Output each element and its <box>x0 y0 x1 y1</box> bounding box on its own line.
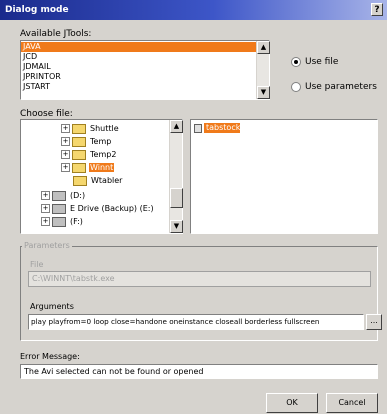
tree-item[interactable]: + (F:) <box>41 216 84 228</box>
file-field-label: File <box>30 260 44 269</box>
tree-item-label: E Drive (Backup) (E:) <box>70 204 154 213</box>
file-path-field[interactable]: C:\WINNT\tabstk.exe <box>28 271 371 287</box>
scroll-down-icon[interactable]: ▼ <box>170 220 183 233</box>
arguments-label: Arguments <box>30 302 74 311</box>
tools-label: Available JTools: <box>20 29 92 39</box>
tree-item[interactable]: + E Drive (Backup) (E:) <box>41 203 155 215</box>
expand-icon[interactable]: + <box>41 204 50 213</box>
drive-icon <box>52 216 66 227</box>
tool-item[interactable]: JPRINTOR <box>21 72 256 82</box>
folder-icon <box>72 162 86 173</box>
tree-item-label: Shuttle <box>90 124 119 133</box>
tree-item-label: Winnt <box>89 163 115 172</box>
cancel-button[interactable]: Cancel <box>326 393 378 413</box>
file-path-value: C:\WINNT\tabstk.exe <box>32 274 115 283</box>
file-name: tabstock <box>204 123 241 133</box>
tree-item[interactable]: + Temp <box>61 136 112 148</box>
file-icon <box>194 124 202 133</box>
file-list[interactable]: tabstock <box>190 119 378 234</box>
tools-list[interactable]: JAVA JCD JDMAIL JPRINTOR JSTART ▲ ▼ <box>20 40 270 100</box>
expand-icon[interactable]: + <box>61 150 70 159</box>
expand-icon[interactable]: + <box>61 124 70 133</box>
expand-icon[interactable]: + <box>41 217 50 226</box>
ok-button[interactable]: OK <box>266 393 318 413</box>
window-title: Dialog mode <box>5 5 69 15</box>
folder-icon <box>72 149 86 160</box>
tree-item[interactable]: + Shuttle <box>61 123 120 135</box>
folder-tree[interactable]: + Shuttle + Temp + Temp2 + Winnt Wtabler + (D:) + E … <box>20 119 183 234</box>
folder-icon <box>72 123 86 134</box>
expand-icon[interactable]: + <box>61 137 70 146</box>
use-file-label[interactable]: Use file <box>305 57 338 67</box>
error-field: The Avi selected can not be found or ope… <box>20 364 378 379</box>
parameters-label: Parameters <box>22 241 72 250</box>
tree-item-label: Temp <box>90 137 112 146</box>
title-bar: Dialog mode <box>0 0 387 20</box>
use-parameters-label[interactable]: Use parameters <box>305 82 377 92</box>
browse-button[interactable]: ... <box>366 314 382 330</box>
tree-item[interactable]: + (D:) <box>41 190 86 202</box>
tree-scrollbar[interactable]: ▲ ▼ <box>169 120 183 233</box>
use-file-radio[interactable] <box>291 57 301 67</box>
tree-item-label: Wtabler <box>91 176 123 185</box>
expand-icon[interactable]: + <box>61 163 70 172</box>
tool-item[interactable]: JAVA <box>21 42 256 52</box>
use-parameters-radio[interactable] <box>291 82 301 92</box>
error-value: The Avi selected can not be found or ope… <box>24 367 204 376</box>
folder-icon <box>73 175 87 186</box>
error-label: Error Message: <box>20 352 80 361</box>
tree-item-label: (D:) <box>70 191 86 200</box>
tool-item[interactable]: JDMAIL <box>21 62 256 72</box>
file-item[interactable]: tabstock <box>194 123 242 134</box>
scroll-thumb[interactable] <box>170 188 183 208</box>
choose-file-label: Choose file: <box>20 109 73 119</box>
scroll-down-icon[interactable]: ▼ <box>257 86 270 99</box>
tree-item-label: Temp2 <box>90 150 117 159</box>
help-button[interactable]: ? <box>371 3 383 16</box>
drive-icon <box>52 203 66 214</box>
folder-icon <box>72 136 86 147</box>
expand-icon[interactable]: + <box>41 191 50 200</box>
tool-item[interactable]: JSTART <box>21 82 256 92</box>
tree-item-label: (F:) <box>70 217 83 226</box>
tree-item[interactable]: Wtabler <box>73 175 123 187</box>
scroll-up-icon[interactable]: ▲ <box>170 120 183 133</box>
tree-item[interactable]: + Winnt <box>61 162 115 174</box>
drive-icon <box>52 190 66 201</box>
tools-scrollbar[interactable]: ▲ ▼ <box>256 41 270 99</box>
arguments-field[interactable]: play playfrom=0 loop close=handone onein… <box>28 314 364 330</box>
tree-item[interactable]: + Temp2 <box>61 149 117 161</box>
scroll-up-icon[interactable]: ▲ <box>257 41 270 54</box>
tool-item[interactable]: JCD <box>21 52 256 62</box>
arguments-value: play playfrom=0 loop close=handone onein… <box>31 317 320 326</box>
